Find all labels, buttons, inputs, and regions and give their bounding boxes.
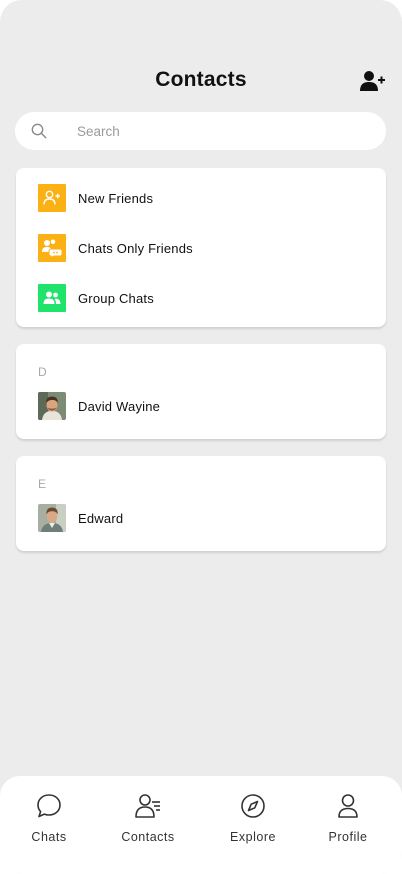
tab-contacts-label: Contacts — [121, 830, 175, 844]
search-input[interactable] — [77, 112, 367, 150]
tab-chats[interactable]: Chats — [4, 792, 94, 844]
add-contact-button[interactable] — [360, 70, 386, 92]
menu-card: New Friends Chats Only Friends Group Cha… — [16, 168, 386, 327]
contacts-screen: Contacts New Friends — [0, 0, 402, 874]
compass-icon — [241, 794, 265, 818]
contact-name: David Wayine — [78, 398, 161, 414]
group-icon — [38, 284, 66, 312]
section-letter: E — [38, 477, 47, 491]
chat-bubble-icon — [37, 794, 61, 818]
search-bar[interactable] — [15, 112, 386, 150]
contact-section-e: E Edward — [16, 456, 386, 551]
chats-only-friends-label: Chats Only Friends — [78, 240, 193, 256]
new-friends-label: New Friends — [78, 190, 154, 206]
contact-item-david-wayine[interactable]: David Wayine — [38, 392, 160, 420]
chat-friends-icon — [38, 234, 66, 262]
search-icon — [31, 123, 47, 139]
contact-item-edward[interactable]: Edward — [38, 504, 123, 532]
group-chats-item[interactable]: Group Chats — [38, 284, 154, 312]
bottom-tab-bar: Chats Contacts Explore Profile — [0, 776, 402, 874]
new-friends-item[interactable]: New Friends — [38, 184, 153, 212]
add-user-icon — [360, 71, 385, 91]
group-chats-label: Group Chats — [78, 290, 154, 306]
page-title: Contacts — [155, 68, 247, 91]
avatar — [38, 392, 66, 420]
chats-only-friends-item[interactable]: Chats Only Friends — [38, 234, 193, 262]
new-friends-icon — [38, 184, 66, 212]
contacts-icon — [135, 794, 160, 818]
tab-profile[interactable]: Profile — [303, 792, 393, 844]
contact-name: Edward — [78, 510, 124, 526]
profile-icon — [338, 794, 358, 818]
section-letter: D — [38, 365, 47, 379]
avatar — [38, 504, 66, 532]
tab-chats-label: Chats — [31, 830, 67, 844]
tab-contacts[interactable]: Contacts — [103, 792, 193, 844]
contact-section-d: D David Wayine — [16, 344, 386, 439]
tab-profile-label: Profile — [328, 830, 368, 844]
tab-explore-label: Explore — [230, 830, 276, 844]
tab-explore[interactable]: Explore — [208, 792, 298, 844]
